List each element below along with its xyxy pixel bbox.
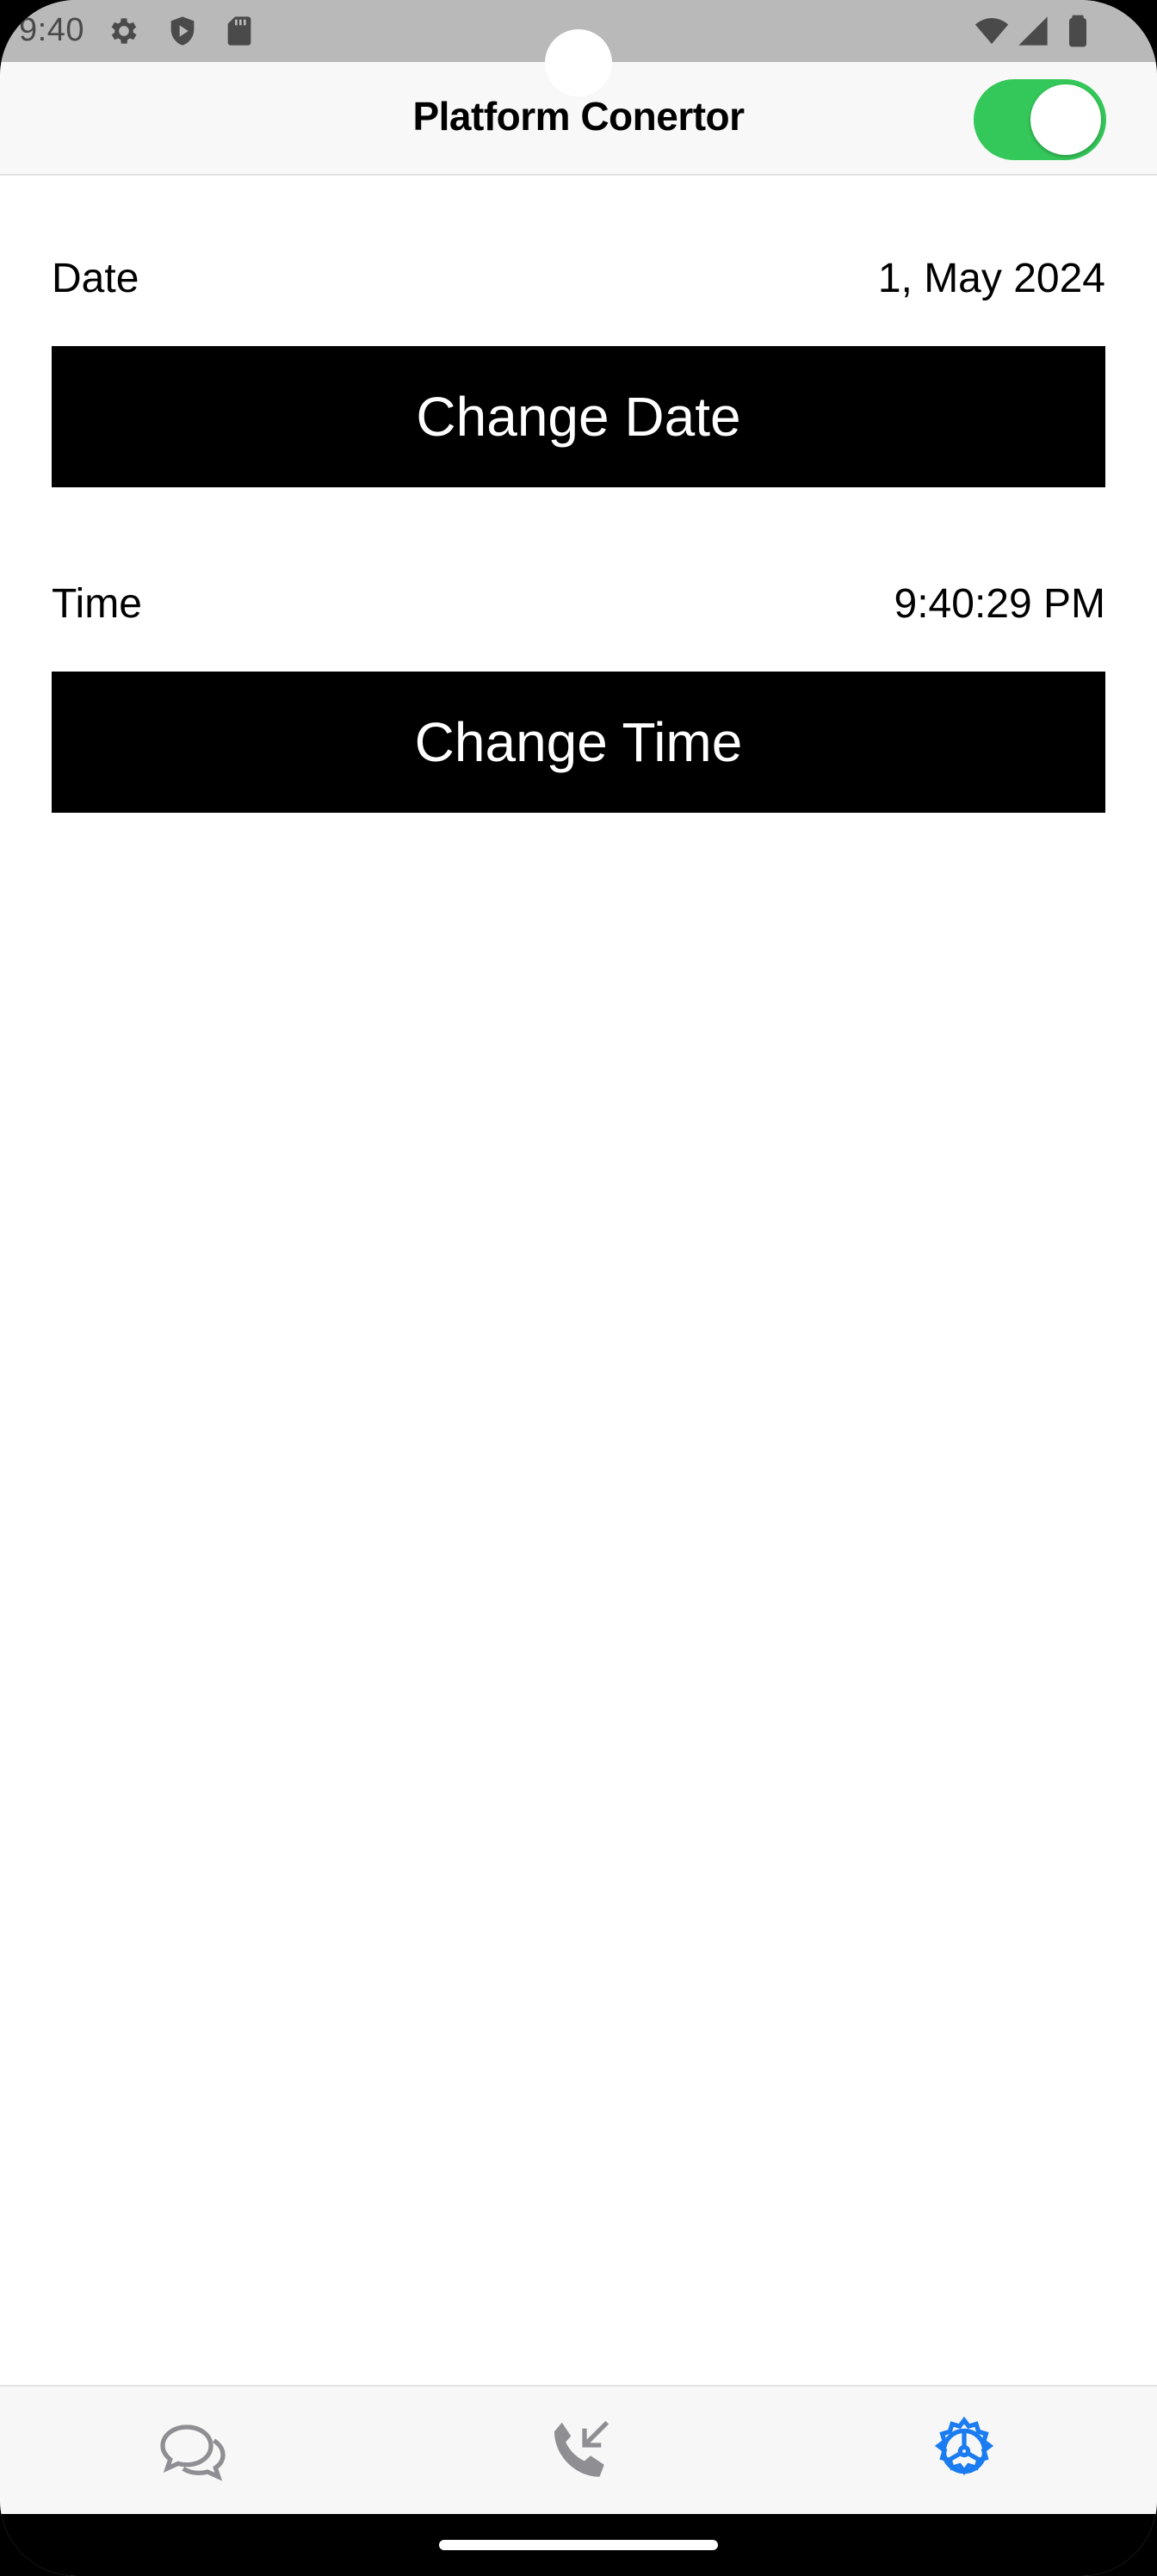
cell-signal-icon — [1016, 14, 1050, 48]
time-value: 9:40:29 PM — [894, 581, 1105, 627]
time-label: Time — [52, 581, 142, 627]
gesture-nav-area — [0, 2514, 1157, 2576]
tab-settings[interactable] — [771, 2387, 1157, 2516]
platform-toggle[interactable] — [974, 79, 1106, 160]
date-label: Date — [52, 256, 139, 301]
phone-incoming-icon — [554, 2420, 609, 2477]
battery-icon — [1061, 14, 1095, 48]
settings-wheel-icon — [934, 2416, 994, 2475]
status-time: 9:40 — [19, 12, 84, 48]
date-value: 1, May 2024 — [877, 256, 1105, 301]
gear-icon — [107, 14, 141, 48]
change-date-button[interactable]: Change Date — [52, 346, 1105, 487]
tab-bar — [0, 2385, 1157, 2516]
toggle-knob — [1030, 84, 1101, 155]
home-gesture-handle[interactable] — [439, 2540, 718, 2550]
wifi-icon — [971, 14, 1012, 48]
camera-cutout — [545, 29, 612, 96]
app-screen: 9:40 Platform Conertor Date 1, May 2024 … — [0, 0, 1157, 2576]
shield-play-icon — [165, 14, 200, 48]
tab-calls[interactable] — [386, 2387, 771, 2516]
tab-chats[interactable] — [0, 2387, 386, 2516]
chat-bubbles-icon — [160, 2424, 226, 2481]
change-time-button[interactable]: Change Time — [52, 672, 1105, 813]
sd-card-icon — [222, 14, 257, 48]
